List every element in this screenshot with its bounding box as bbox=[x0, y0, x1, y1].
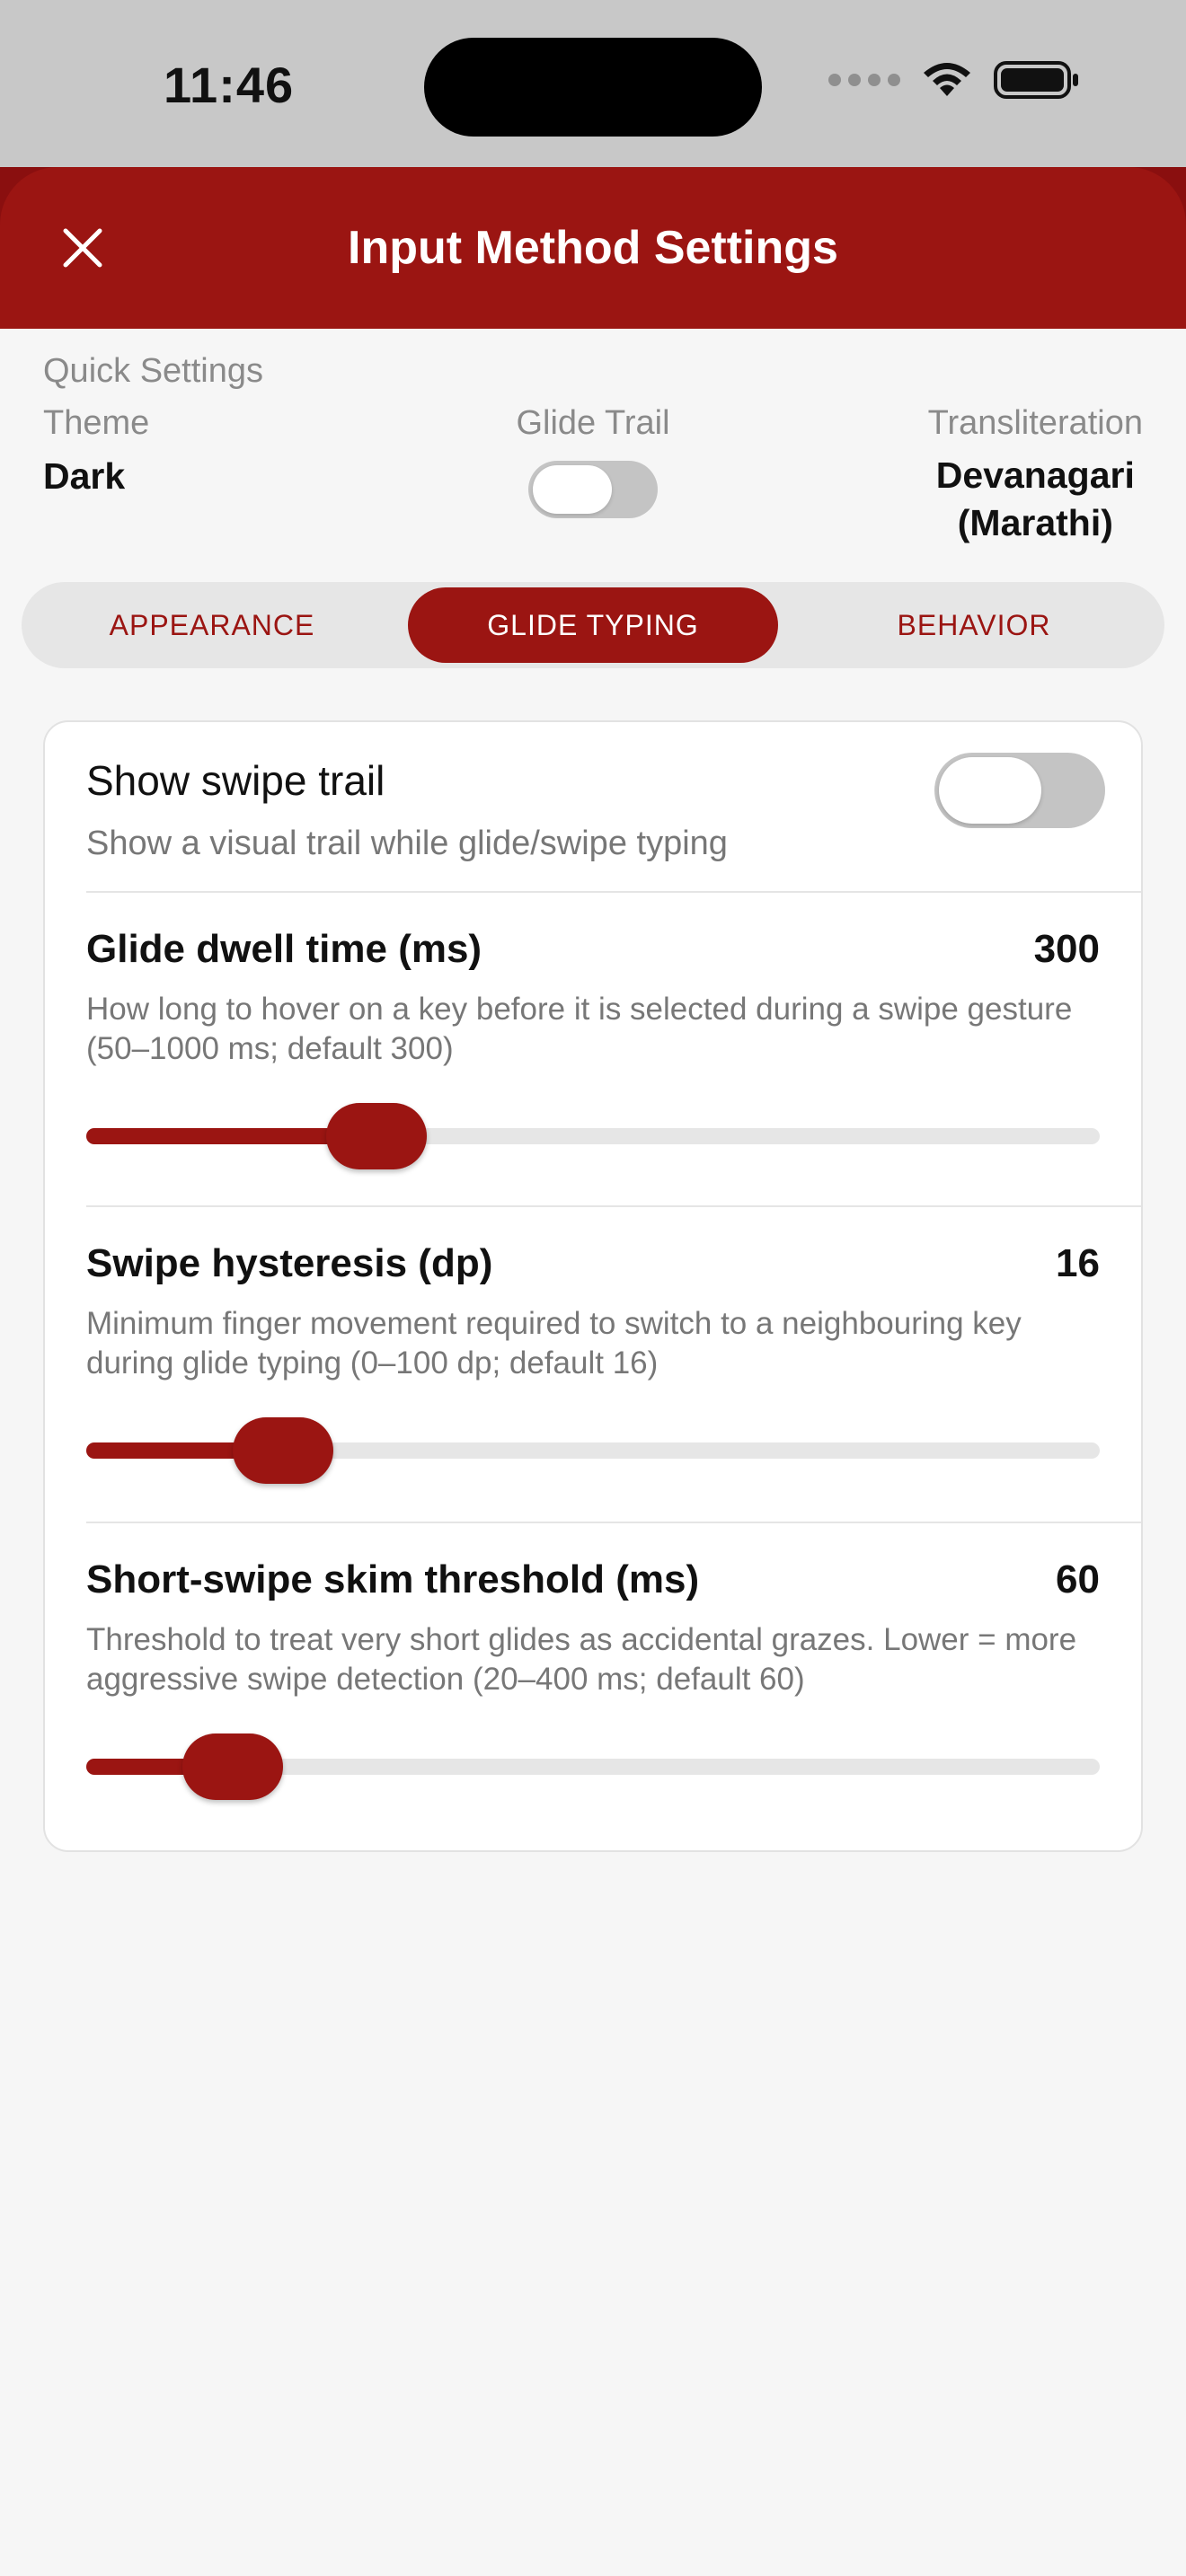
dwell-time-desc: How long to hover on a key before it is … bbox=[86, 992, 1073, 1066]
toggle-knob bbox=[939, 757, 1041, 824]
dwell-time-slider[interactable] bbox=[86, 1102, 1100, 1169]
show-swipe-trail-desc: Show a visual trail while glide/swipe ty… bbox=[86, 825, 728, 862]
skim-threshold-value: 60 bbox=[1056, 1557, 1100, 1601]
quick-settings-title: Quick Settings bbox=[43, 352, 263, 390]
hysteresis-slider[interactable] bbox=[86, 1416, 1100, 1484]
glide-trail-label: Glide Trail bbox=[516, 404, 670, 442]
skim-threshold-setting: Short-swipe skim threshold (ms) 60 Thres… bbox=[86, 1557, 1100, 1800]
skim-threshold-title: Short-swipe skim threshold (ms) bbox=[86, 1557, 700, 1601]
status-time: 11:46 bbox=[164, 57, 295, 113]
glide-settings-card: Show swipe trail Show a visual trail whi… bbox=[43, 720, 1143, 1852]
toggle-knob bbox=[533, 465, 612, 514]
hysteresis-desc: Minimum finger movement required to swit… bbox=[86, 1306, 1022, 1381]
battery-icon bbox=[994, 61, 1078, 99]
skim-threshold-slider[interactable] bbox=[86, 1733, 1100, 1800]
status-bar: 11:46 bbox=[0, 0, 1186, 167]
glide-trail-toggle[interactable] bbox=[528, 461, 658, 518]
tab-glide-typing[interactable]: GLIDE TYPING bbox=[408, 587, 778, 663]
theme-label: Theme bbox=[43, 404, 150, 442]
skim-threshold-desc: Threshold to treat very short glides as … bbox=[86, 1622, 1077, 1697]
quick-setting-transliteration[interactable]: Transliteration Devanagari (Marathi) bbox=[928, 404, 1143, 548]
divider bbox=[86, 1205, 1141, 1207]
settings-tabs: APPEARANCE GLIDE TYPING BEHAVIOR bbox=[22, 582, 1164, 668]
status-icons bbox=[828, 59, 1080, 101]
quick-setting-glide-trail: Glide Trail bbox=[467, 404, 719, 518]
settings-content: Quick Settings Theme Dark Glide Trail Tr… bbox=[0, 329, 1186, 2576]
wifi-icon bbox=[924, 63, 970, 96]
slider-thumb[interactable] bbox=[181, 1733, 283, 1800]
show-swipe-trail-toggle[interactable] bbox=[934, 753, 1105, 828]
slider-thumb[interactable] bbox=[232, 1416, 333, 1484]
theme-value: Dark bbox=[43, 455, 126, 497]
slider-thumb[interactable] bbox=[326, 1102, 428, 1169]
tab-behavior[interactable]: BEHAVIOR bbox=[789, 587, 1159, 663]
divider bbox=[86, 891, 1141, 893]
dynamic-island bbox=[424, 38, 762, 137]
tab-appearance[interactable]: APPEARANCE bbox=[27, 587, 397, 663]
screen: 11:46 Input Method Settings Quick Settin… bbox=[0, 0, 1186, 2576]
transliteration-value-line2: (Marathi) bbox=[957, 502, 1113, 544]
transliteration-label: Transliteration bbox=[927, 404, 1143, 442]
dwell-time-value: 300 bbox=[1033, 927, 1100, 971]
divider bbox=[86, 1522, 1141, 1523]
signal-dots-icon bbox=[828, 74, 900, 86]
transliteration-value: Devanagari (Marathi) bbox=[928, 452, 1143, 548]
dwell-time-setting: Glide dwell time (ms) 300 How long to ho… bbox=[86, 927, 1100, 1169]
page-title: Input Method Settings bbox=[348, 222, 838, 274]
hysteresis-value: 16 bbox=[1056, 1241, 1100, 1285]
hysteresis-setting: Swipe hysteresis (dp) 16 Minimum finger … bbox=[86, 1241, 1100, 1484]
transliteration-value-line1: Devanagari bbox=[935, 454, 1135, 496]
hysteresis-title: Swipe hysteresis (dp) bbox=[86, 1241, 493, 1285]
quick-setting-theme[interactable]: Theme Dark bbox=[43, 404, 149, 498]
dwell-time-title: Glide dwell time (ms) bbox=[86, 927, 482, 971]
